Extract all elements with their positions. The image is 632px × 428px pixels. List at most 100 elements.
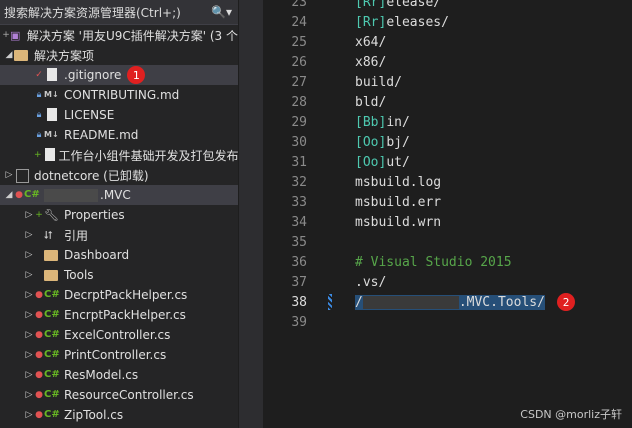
collapsed-icon[interactable]: ▷ (24, 250, 34, 260)
text-token: eleases/ (386, 15, 449, 30)
tree-solution-root[interactable]: + ▣ 解决方案 '用友U9C插件解决方案' (3 个 (0, 25, 238, 45)
bracket-token: [Oo] (355, 135, 387, 150)
tree-item-dashboard[interactable]: ▷ Dashboard (0, 245, 238, 265)
tree-item-tools[interactable]: ▷ Tools (0, 265, 238, 285)
file-label: README.md (64, 128, 139, 142)
collapsed-icon[interactable]: ▷ (24, 310, 34, 320)
text-token: / (355, 295, 363, 310)
item-label: ResModel.cs (64, 368, 139, 382)
code-text: [Rr]eleases/ (355, 15, 449, 30)
csharp-file-icon: C# (44, 349, 60, 360)
line-number: 39 (291, 315, 307, 330)
code-line[interactable]: 39 (239, 312, 632, 332)
expanded-icon[interactable]: ◢ (4, 50, 14, 60)
change-marker (328, 294, 332, 310)
code-line[interactable]: 35 (239, 232, 632, 252)
line-number: 25 (291, 35, 307, 50)
code-line[interactable]: 25 x64/ (239, 32, 632, 52)
collapsed-icon[interactable]: ▷ (4, 170, 14, 180)
collapsed-icon[interactable]: ▷ (24, 230, 34, 240)
search-icon[interactable]: 🔍▾ (211, 5, 232, 19)
plus-icon: + (35, 210, 43, 220)
markdown-icon: M↓ (44, 130, 59, 139)
code-text: msbuild.wrn (355, 215, 442, 230)
code-line[interactable]: 33 msbuild.err (239, 192, 632, 212)
collapsed-icon[interactable]: ▷ (24, 270, 34, 280)
tree-item-ziptool[interactable]: ▷ ● C# ZipTool.cs (0, 405, 238, 425)
error-icon: ● (35, 370, 43, 380)
collapsed-icon[interactable]: ▷ (24, 290, 34, 300)
bracket-token: [Bb] (355, 115, 387, 130)
code-line[interactable]: 28 bld/ (239, 92, 632, 112)
collapsed-icon[interactable]: ▷ (24, 330, 34, 340)
tree-item-resmodel[interactable]: ▷ ● C# ResModel.cs (0, 365, 238, 385)
line-number: 36 (291, 255, 307, 270)
tree-item-decrpt[interactable]: ▷ ● C# DecrptPackHelper.cs (0, 285, 238, 305)
line-number: 35 (291, 235, 307, 250)
line-number: 24 (291, 15, 307, 30)
solution-root-label: 解决方案 '用友U9C插件解决方案' (3 个 (26, 28, 238, 43)
line-number: 26 (291, 55, 307, 70)
watermark: CSDN @morliz子轩 (520, 408, 622, 421)
text-token: in/ (386, 115, 410, 130)
code-line[interactable]: 26 x86/ (239, 52, 632, 72)
tree-project-dotnetcore[interactable]: ▷ dotnetcore (已卸载) (0, 165, 238, 185)
tree-item-references[interactable]: ▷ ⮃ 引用 (0, 225, 238, 245)
lock-icon: 🔒︎ (36, 110, 42, 120)
file-label: 工作台小组件基础开发及打包发布 (58, 148, 238, 163)
search-label[interactable]: 搜索解决方案资源管理器(Ctrl+;) (4, 4, 181, 21)
csharp-file-icon: C# (44, 389, 60, 400)
code-line[interactable]: 29 [Bb]in/ (239, 112, 632, 132)
code-line[interactable]: 24 [Rr]eleases/ (239, 12, 632, 32)
code-line[interactable]: 27 build/ (239, 72, 632, 92)
item-label: EncrptPackHelper.cs (64, 308, 186, 322)
collapsed-icon[interactable]: ▷ (24, 410, 34, 420)
code-line[interactable]: 31 [Oo]ut/ (239, 152, 632, 172)
code-lines[interactable]: 23 [Rr]elease/ 24 [Rr]eleases/ 25 x64/ 26 x8… (239, 0, 632, 332)
tree-item-print[interactable]: ▷ ● C# PrintController.cs (0, 345, 238, 365)
tree-file-contributing[interactable]: 🔒︎ M↓ CONTRIBUTING.md (0, 85, 238, 105)
collapsed-icon[interactable]: ▷ (24, 390, 34, 400)
line-number: 30 (291, 135, 307, 150)
solution-search-box[interactable]: 搜索解决方案资源管理器(Ctrl+;) 🔍▾ (0, 0, 238, 25)
folder-icon (44, 248, 60, 262)
collapsed-icon[interactable]: ▷ (24, 350, 34, 360)
tree-file-gitignore[interactable]: ✓ .gitignore 1 (0, 65, 238, 85)
code-line[interactable]: 32 msbuild.log (239, 172, 632, 192)
code-line[interactable]: 30 [Oo]bj/ (239, 132, 632, 152)
code-line[interactable]: 23 [Rr]elease/ (239, 0, 632, 12)
code-line[interactable]: 34 msbuild.wrn (239, 212, 632, 232)
tree-file-license[interactable]: 🔒︎ LICENSE (0, 105, 238, 125)
code-line[interactable]: 37 .vs/ (239, 272, 632, 292)
checkmark-icon: ✓ (35, 70, 43, 80)
tree-file-workbench[interactable]: + 工作台小组件基础开发及打包发布 (0, 145, 238, 165)
code-line-current[interactable]: 38 / .MVC.Tools/ 2 (239, 292, 632, 312)
tree-item-excel[interactable]: ▷ ● C# ExcelController.cs (0, 325, 238, 345)
expanded-icon[interactable]: ◢ (4, 190, 14, 200)
csharp-project-icon: C# (24, 189, 40, 200)
tree-item-properties[interactable]: ▷ + 🔧︎ Properties (0, 205, 238, 225)
error-icon: ● (35, 310, 43, 320)
annotation-badge-1: 1 (127, 66, 146, 84)
code-text: [Bb]in/ (355, 115, 410, 130)
lock-icon: 🔒︎ (36, 90, 42, 100)
solution-folder-label: 解决方案项 (34, 48, 95, 63)
code-editor[interactable]: 23 [Rr]elease/ 24 [Rr]eleases/ 25 x64/ 26 x8… (239, 0, 632, 428)
tree-file-readme[interactable]: 🔒︎ M↓ README.md (0, 125, 238, 145)
file-icon (42, 148, 55, 162)
tree-item-resource[interactable]: ▷ ● C# ResourceController.cs (0, 385, 238, 405)
csharp-file-icon: C# (44, 289, 60, 300)
csharp-file-icon: C# (44, 329, 60, 340)
item-label: Dashboard (64, 248, 130, 262)
code-text: [Oo]ut/ (355, 155, 410, 170)
item-label: ResourceController.cs (64, 388, 194, 402)
folder-icon (44, 268, 60, 282)
tree-solution-folder[interactable]: ◢ 解决方案项 (0, 45, 238, 65)
code-line[interactable]: 36 # Visual Studio 2015 (239, 252, 632, 272)
file-label: .gitignore (64, 68, 122, 82)
collapsed-icon[interactable]: ▷ (24, 370, 34, 380)
collapsed-icon[interactable]: ▷ (24, 210, 34, 220)
tree-project-mvc[interactable]: ◢ ● C# .MVC (0, 185, 238, 205)
line-number: 31 (291, 155, 307, 170)
tree-item-encrpt[interactable]: ▷ ● C# EncrptPackHelper.cs (0, 305, 238, 325)
